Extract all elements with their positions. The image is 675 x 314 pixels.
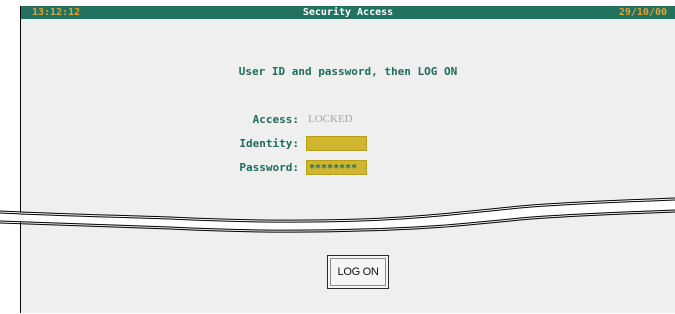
identity-field[interactable] [306,136,367,151]
window-title: Security Access [302,7,394,18]
clock-time: 13:12:12 [32,7,81,18]
log-on-button[interactable]: LOG ON [327,255,389,289]
page-break-graphic [0,197,675,233]
access-label: Access: [252,113,299,126]
current-date: 29/10/00 [618,7,667,18]
identity-label: Identity: [239,137,299,150]
access-status: LOCKED [308,113,353,125]
title-bar: Security Access 13:12:12 29/10/00 [21,6,675,19]
logon-instruction: User ID and password, then LOG ON [238,65,458,78]
password-field[interactable]: ******** [306,160,367,175]
password-label: Password: [239,161,299,174]
security-access-window: Security Access 13:12:12 29/10/00 User I… [20,6,675,313]
